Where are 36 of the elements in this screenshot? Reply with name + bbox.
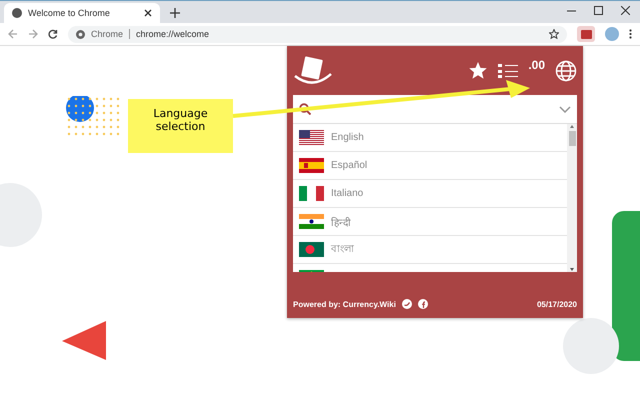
- search-field[interactable]: [293, 95, 577, 124]
- address-bar[interactable]: Chrome chrome://welcome: [68, 26, 567, 42]
- star-icon[interactable]: [468, 61, 488, 80]
- flag-icon: [299, 214, 324, 229]
- close-icon[interactable]: [621, 6, 630, 14]
- flag-icon: [299, 158, 324, 173]
- language-item[interactable]: Italiano: [293, 180, 567, 208]
- callout-note: Language selection: [128, 99, 233, 153]
- site-label: Chrome: [91, 29, 124, 39]
- flag-icon: [299, 186, 324, 201]
- scroll-thumb[interactable]: [568, 131, 576, 146]
- browser-tab[interactable]: Welcome to Chrome: [4, 3, 160, 23]
- language-item[interactable]: हिन्दी: [293, 208, 567, 236]
- flag-icon: [299, 242, 324, 257]
- language-item[interactable]: Español: [293, 152, 567, 180]
- date-text: 05/17/2020: [536, 300, 577, 308]
- close-icon[interactable]: [144, 9, 152, 17]
- language-item[interactable]: বাংলা: [293, 236, 567, 264]
- decimals-button[interactable]: .00: [528, 58, 545, 72]
- money-logo-icon: [293, 56, 333, 86]
- extension-icon[interactable]: [577, 26, 595, 42]
- powered-by-text: Powered by: Currency.Wiki: [293, 300, 396, 308]
- scroll-down-icon[interactable]: [569, 267, 575, 272]
- flag-icon: [299, 130, 324, 145]
- reload-icon[interactable]: [48, 29, 58, 39]
- scrollbar[interactable]: [567, 124, 577, 272]
- search-icon: [299, 103, 311, 115]
- list-icon[interactable]: [498, 62, 518, 78]
- language-item[interactable]: English: [293, 124, 567, 152]
- facebook-icon[interactable]: [418, 299, 428, 309]
- url-text: chrome://welcome: [136, 29, 210, 39]
- maximize-icon[interactable]: [594, 6, 603, 14]
- star-icon[interactable]: [549, 29, 559, 39]
- chevron-down-icon[interactable]: [559, 106, 571, 112]
- new-tab-icon[interactable]: [170, 8, 180, 18]
- menu-icon[interactable]: [629, 29, 632, 39]
